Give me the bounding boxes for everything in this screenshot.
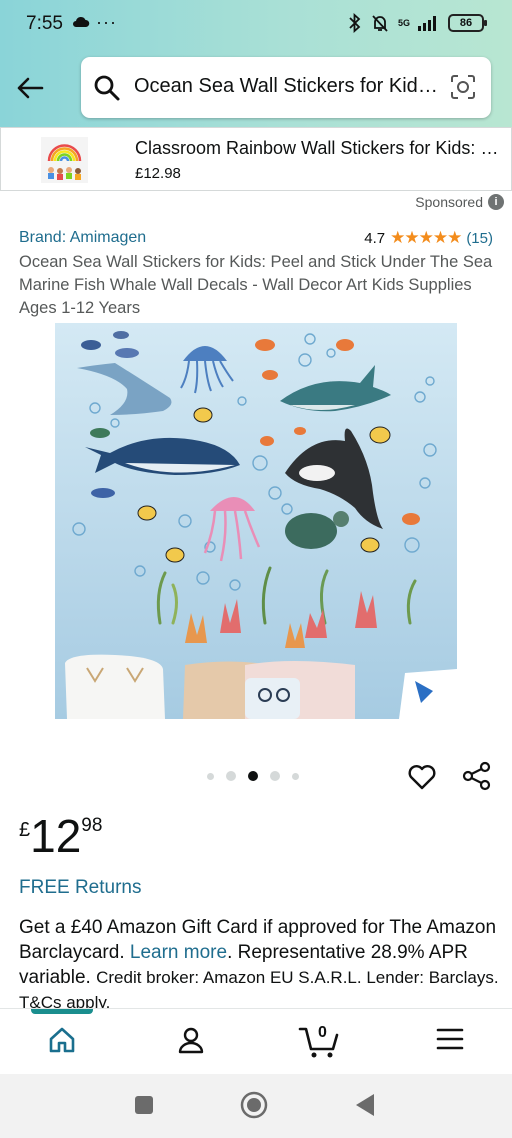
- sponsored-product-thumbnail[interactable]: [41, 137, 88, 183]
- sponsored-label[interactable]: Sponsored i: [415, 194, 504, 210]
- offer-small-print: Credit broker: Amazon EU S.A.R.L. Lender…: [19, 968, 499, 1008]
- app-header: 7:55 ··· 5G 86 Ocean Sea Wall Stickers f…: [0, 0, 512, 127]
- search-icon[interactable]: [93, 74, 121, 102]
- battery-icon: 86: [448, 14, 487, 32]
- network-type-label: 5G: [397, 17, 410, 28]
- camera-search-icon[interactable]: [449, 73, 477, 101]
- status-overflow: ···: [96, 12, 117, 32]
- product-price: £ 12 98: [19, 810, 102, 862]
- pager-dot[interactable]: [226, 771, 236, 781]
- product-image[interactable]: [55, 323, 457, 719]
- account-icon[interactable]: [176, 1025, 206, 1055]
- image-pager[interactable]: [207, 771, 299, 781]
- pager-dot-active[interactable]: [248, 771, 258, 781]
- rating-value: 4.7: [364, 229, 386, 247]
- status-time: 7:55: [26, 13, 63, 34]
- pager-dot[interactable]: [292, 772, 299, 780]
- pager-dot[interactable]: [207, 772, 214, 780]
- offer-clip: Get a £40 Amazon Gift Card if approved f…: [0, 915, 512, 1008]
- offer-dot: .: [227, 942, 233, 963]
- sponsored-product-banner[interactable]: Classroom Rainbow Wall Stickers for Kids…: [0, 127, 512, 191]
- rating-count-link[interactable]: (15): [466, 230, 493, 247]
- sponsored-label-text: Sponsored: [415, 194, 483, 210]
- back-button-icon[interactable]: [353, 1092, 377, 1118]
- system-nav-bar: [0, 1074, 512, 1138]
- back-arrow-icon[interactable]: [14, 72, 46, 104]
- brand-link[interactable]: Brand: Amimagen: [19, 229, 146, 247]
- star-rating-icon: ★★★★★: [390, 228, 462, 247]
- signal-icon: [418, 16, 436, 31]
- sponsored-product-title[interactable]: Classroom Rainbow Wall Stickers for Kids…: [135, 138, 505, 159]
- rating-summary[interactable]: 4.7 ★★★★★ (15): [364, 228, 493, 248]
- bluetooth-icon: [349, 13, 361, 33]
- credit-card-offer: Get a £40 Amazon Gift Card if approved f…: [19, 915, 499, 1008]
- search-bar[interactable]: Ocean Sea Wall Stickers for Kids: Peel a…: [81, 57, 491, 118]
- pager-dot[interactable]: [270, 771, 280, 781]
- cart-count: 0: [318, 1024, 327, 1041]
- cloud-icon: [73, 16, 90, 27]
- menu-icon[interactable]: [436, 1025, 464, 1053]
- product-title: Ocean Sea Wall Stickers for Kids: Peel a…: [19, 253, 493, 317]
- heart-icon[interactable]: [406, 761, 438, 793]
- status-bar: 7:55 ··· 5G 86: [0, 0, 512, 50]
- home-icon[interactable]: [47, 1025, 77, 1055]
- learn-more-link[interactable]: Learn more: [130, 942, 227, 963]
- info-icon[interactable]: i: [488, 194, 504, 210]
- share-icon[interactable]: [461, 760, 493, 792]
- sponsored-product-price: £12.98: [135, 165, 181, 182]
- home-button-icon[interactable]: [239, 1090, 269, 1120]
- bottom-nav: [0, 1008, 512, 1074]
- active-tab-indicator: [31, 1009, 93, 1014]
- price-fraction: 98: [81, 815, 103, 836]
- status-icons: 5G 86: [348, 13, 487, 33]
- price-currency: £: [19, 819, 31, 841]
- price-whole: 12: [30, 810, 82, 862]
- search-query-text[interactable]: Ocean Sea Wall Stickers for Kids: Peel a…: [134, 75, 444, 98]
- mute-bell-icon: [372, 15, 388, 32]
- recent-apps-icon[interactable]: [133, 1094, 155, 1116]
- free-returns-link[interactable]: FREE Returns: [19, 877, 141, 899]
